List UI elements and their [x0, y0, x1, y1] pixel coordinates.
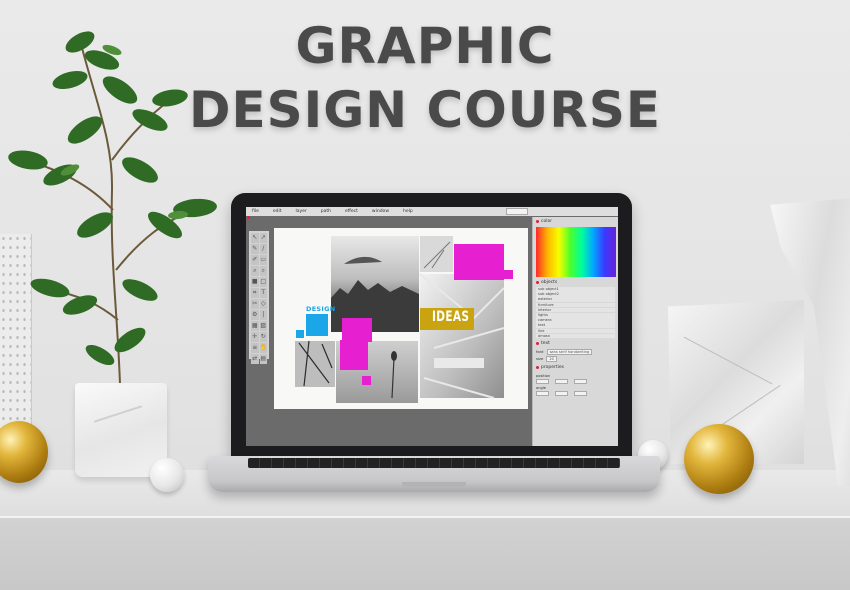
- list-item[interactable]: text: [536, 323, 615, 328]
- magenta-block-tiny: [362, 376, 371, 385]
- zoom-tool-icon[interactable]: ⌕: [251, 266, 259, 276]
- menu-bar: file edit layer path effect window help: [246, 207, 618, 219]
- magenta-block-large: [454, 244, 504, 280]
- menu-layer[interactable]: layer: [296, 209, 307, 214]
- list-item[interactable]: camera: [536, 318, 615, 323]
- size-label: size: [536, 356, 544, 362]
- grid-tool-icon[interactable]: ▦: [251, 321, 259, 331]
- color-spectrum[interactable]: [536, 227, 616, 277]
- objects-list: sub object1 sub object2 exterior furnitu…: [536, 287, 615, 339]
- cyan-block: [306, 314, 328, 336]
- properties-panel-title: properties: [533, 363, 618, 372]
- magenta-block-mid: [342, 318, 372, 342]
- shape-tool-icon[interactable]: ■: [251, 277, 259, 287]
- position-z-field[interactable]: [574, 378, 587, 384]
- laptop-notch: [402, 482, 466, 487]
- hand-tool-icon[interactable]: ✋: [259, 343, 267, 353]
- zoom-out-tool-icon[interactable]: ⌕: [259, 266, 267, 276]
- font-row: font sans serif handwriting: [536, 348, 615, 355]
- font-label: font: [536, 349, 544, 355]
- gold-sphere-icon-right: [684, 424, 754, 494]
- position-x-field[interactable]: [536, 378, 549, 384]
- angle-row: [536, 390, 615, 396]
- type-tool-icon[interactable]: T: [259, 288, 267, 298]
- ideas-label: IDEAS: [432, 309, 470, 325]
- right-panels: color objects sub object1 sub object2 ex…: [532, 217, 618, 446]
- magenta-block-lower: [340, 340, 368, 370]
- list-item[interactable]: sub object2: [536, 292, 615, 297]
- swap-tool-icon[interactable]: ⇄: [251, 354, 259, 364]
- size-field[interactable]: 20: [546, 355, 557, 362]
- angle-y-field[interactable]: [555, 390, 568, 396]
- interior-photo: [420, 274, 504, 398]
- position-label: position: [536, 373, 551, 378]
- position-row: [536, 378, 615, 384]
- angle-z-field[interactable]: [574, 390, 587, 396]
- font-field[interactable]: sans serif handwriting: [546, 348, 593, 355]
- cut-tool-icon[interactable]: ✂: [251, 299, 259, 309]
- menu-edit[interactable]: edit: [273, 209, 282, 214]
- crop-tool-icon[interactable]: ⌗: [251, 288, 259, 298]
- pencil-tool-icon[interactable]: ✐: [251, 255, 259, 265]
- menu-effect[interactable]: effect: [345, 209, 358, 214]
- move-tool-icon[interactable]: ✛: [251, 332, 259, 342]
- shelf-front: [0, 518, 850, 590]
- color-panel-title: color: [533, 217, 618, 226]
- direct-select-tool-icon[interactable]: ↗: [259, 233, 267, 243]
- line-tool-icon[interactable]: |: [259, 310, 267, 320]
- list-item[interactable]: amosn: [536, 333, 615, 339]
- laptop-screen: file edit layer path effect window help …: [246, 207, 618, 446]
- magenta-block-small: [504, 270, 513, 279]
- canvas-document[interactable]: DESIGN IDEAS: [274, 228, 528, 409]
- angle-label: angle: [536, 385, 546, 390]
- rotate-tool-icon[interactable]: ↻: [259, 332, 267, 342]
- menu-path[interactable]: path: [321, 209, 331, 214]
- size-row: size 20: [536, 355, 615, 362]
- fill-tool-icon[interactable]: ▧: [259, 321, 267, 331]
- list-item[interactable]: lights: [536, 312, 615, 318]
- layer-tool-icon[interactable]: ▤: [259, 354, 267, 364]
- menu-help[interactable]: help: [403, 209, 413, 214]
- angle-x-field[interactable]: [536, 390, 549, 396]
- align-tool-icon[interactable]: ≡: [251, 343, 259, 353]
- plant-icon: [8, 31, 217, 386]
- laptop-keyboard: [248, 458, 620, 468]
- list-item[interactable]: line: [536, 328, 615, 334]
- pearl-icon: [150, 458, 184, 492]
- list-item[interactable]: exterior: [536, 297, 615, 302]
- text-panel-title: text: [533, 339, 618, 348]
- select-tool-icon[interactable]: ↖: [251, 233, 259, 243]
- eraser-tool-icon[interactable]: ▭: [259, 255, 267, 265]
- frame-tool-icon[interactable]: □: [259, 277, 267, 287]
- status-dot: [247, 216, 250, 219]
- pen-tool-icon[interactable]: ✎: [251, 244, 259, 254]
- gear-icon[interactable]: ⚙: [251, 310, 259, 320]
- position-y-field[interactable]: [555, 378, 568, 384]
- brush-tool-icon[interactable]: /: [259, 244, 267, 254]
- list-item[interactable]: furniture: [536, 302, 615, 308]
- design-label: DESIGN: [306, 305, 336, 313]
- window-button[interactable]: [506, 208, 528, 215]
- list-item[interactable]: sub object1: [536, 287, 615, 292]
- menu-file[interactable]: file: [252, 209, 259, 214]
- transform-tool-icon[interactable]: ◇: [259, 299, 267, 309]
- menu-window[interactable]: window: [372, 209, 389, 214]
- cyan-block-small: [296, 330, 304, 338]
- tool-palette: ↖ ↗ ✎ / ✐ ▭ ⌕ ⌕ ■ □ ⌗ T ✂ ◇ ⚙ | ▦ ▧ ✛ ↻ …: [249, 231, 269, 364]
- list-item[interactable]: interior: [536, 307, 615, 313]
- objects-panel-title: objects: [533, 278, 618, 287]
